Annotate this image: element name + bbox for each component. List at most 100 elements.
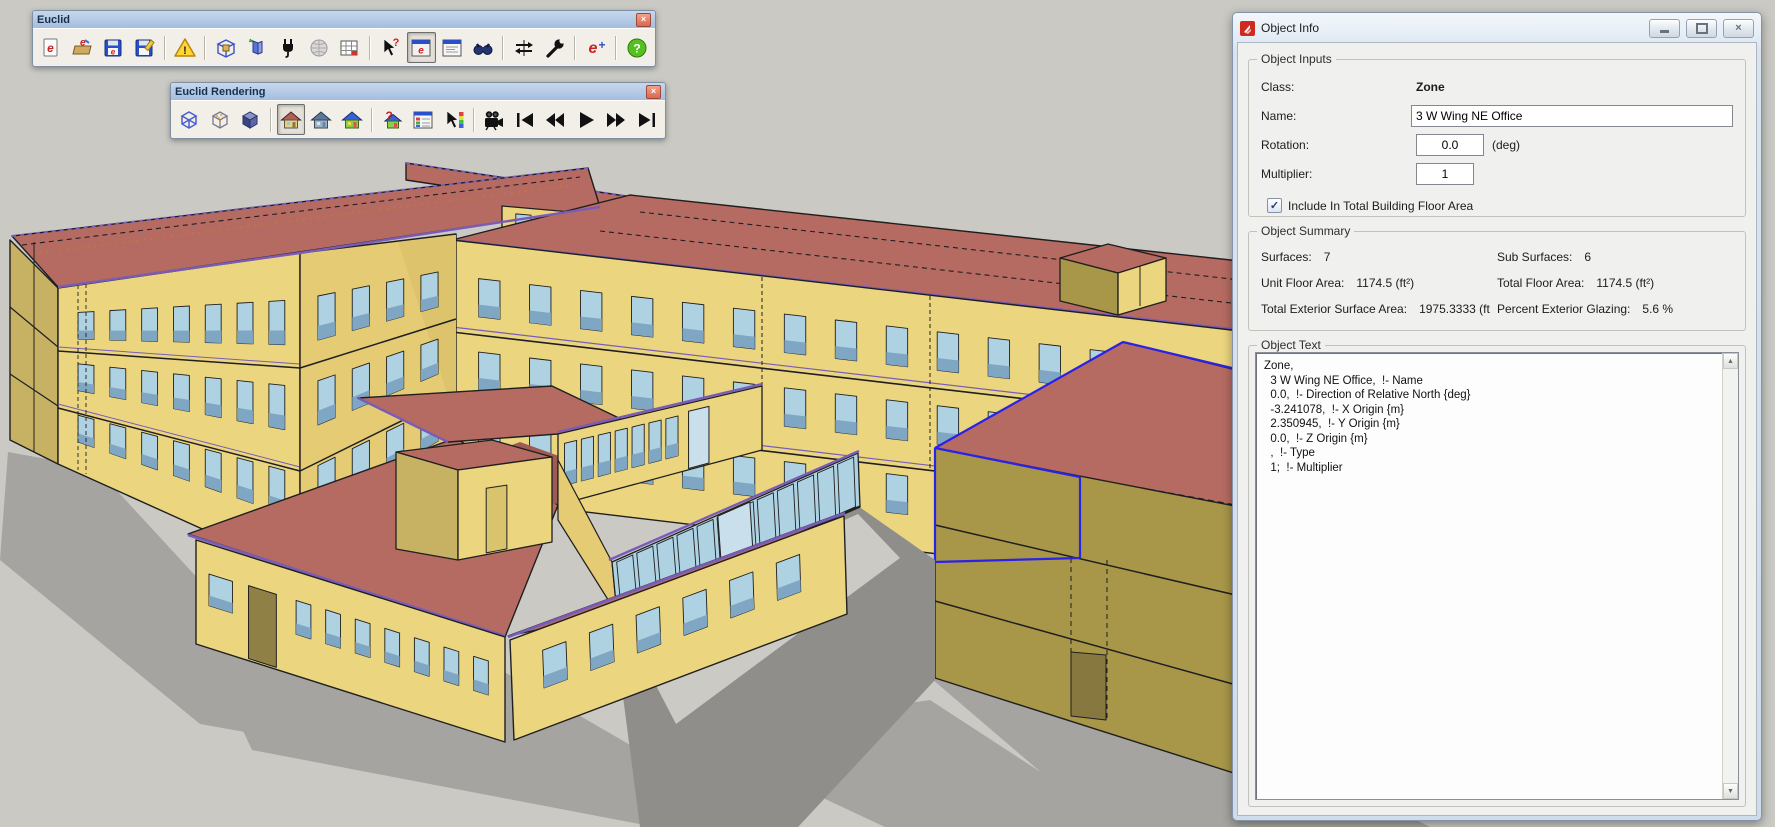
rewind-button[interactable] xyxy=(541,104,570,135)
open-file-button[interactable]: e xyxy=(68,32,97,63)
object-text-group: Object Text Zone, 3 W Wing NE Office, !-… xyxy=(1248,338,1746,807)
plug-button[interactable] xyxy=(273,32,302,63)
euclid-plus-button[interactable]: e + xyxy=(581,32,610,63)
maximize-icon xyxy=(1695,22,1708,34)
grid-button[interactable] xyxy=(335,32,364,63)
object-info-titlebar[interactable]: Object Info × xyxy=(1236,16,1758,40)
new-file-icon: e xyxy=(43,38,58,56)
fast-forward-button[interactable] xyxy=(602,104,631,135)
grid-icon xyxy=(340,40,358,55)
wrench-icon xyxy=(546,37,565,58)
euclid-plus-icon: e + xyxy=(588,38,605,57)
close-icon[interactable]: × xyxy=(646,84,661,99)
play-icon xyxy=(579,111,594,128)
euclid-toolbar: Euclid × e e e!? e e +? xyxy=(32,10,656,67)
window-lower-pane xyxy=(529,310,551,326)
door xyxy=(248,585,277,668)
mono-house-icon xyxy=(310,110,333,128)
window-lower-pane xyxy=(631,395,653,411)
help-button[interactable]: ? xyxy=(622,32,651,63)
binoculars-icon xyxy=(473,42,493,55)
sketchup-logo-icon xyxy=(1240,20,1255,36)
window-lower-pane xyxy=(205,330,222,343)
door xyxy=(485,484,508,554)
close-icon[interactable]: × xyxy=(636,12,651,27)
include-floor-area-checkbox[interactable]: ✓ xyxy=(1267,198,1282,213)
legend-window-button[interactable] xyxy=(409,104,438,135)
camera-button[interactable] xyxy=(480,104,509,135)
svg-text:e: e xyxy=(80,37,86,48)
text-window-icon xyxy=(442,39,462,56)
scroll-down-icon[interactable]: ▼ xyxy=(1723,783,1738,799)
camera-icon xyxy=(485,110,504,130)
info-cursor-icon: ? xyxy=(383,37,400,57)
hidden-line-button[interactable] xyxy=(206,104,235,135)
play-button[interactable] xyxy=(571,104,600,135)
object-text-area[interactable]: Zone, 3 W Wing NE Office, !- Name 0.0, !… xyxy=(1255,352,1739,800)
close-button[interactable]: × xyxy=(1723,18,1754,38)
window-lower-pane xyxy=(173,330,190,343)
shaded-button[interactable] xyxy=(236,104,265,135)
multiplier-field[interactable] xyxy=(1416,162,1474,185)
window-lower-pane xyxy=(886,352,908,367)
object-info-window-icon: e xyxy=(411,39,431,56)
help-icon: ? xyxy=(627,38,647,57)
rendering-toolbar-titlebar[interactable]: Euclid Rendering × xyxy=(171,83,665,100)
save-as-icon xyxy=(135,38,155,56)
window-lower-pane xyxy=(784,340,806,355)
scroll-up-icon[interactable]: ▲ xyxy=(1723,353,1738,369)
summary-value: 1174.5 (ft²) xyxy=(1356,276,1415,290)
last-frame-icon xyxy=(638,112,655,127)
first-frame-button[interactable] xyxy=(510,104,539,135)
maximize-button[interactable] xyxy=(1686,18,1717,38)
class-value: Zone xyxy=(1416,79,1445,94)
swap-arrows-icon xyxy=(514,39,533,56)
minimize-button[interactable] xyxy=(1649,18,1680,38)
object-info-window-button[interactable]: e xyxy=(406,32,436,63)
gradient-cursor-button[interactable] xyxy=(439,104,468,135)
svg-text:?: ? xyxy=(393,37,400,49)
window-lower-pane xyxy=(237,330,253,344)
object-inputs-group: Object Inputs Class: Zone Name: Rotation… xyxy=(1248,52,1746,217)
color-house-button[interactable] xyxy=(338,104,367,135)
text-window-button[interactable] xyxy=(438,32,467,63)
svg-text:?: ? xyxy=(386,109,393,123)
object-text-scrollbar[interactable]: ▲ ▼ xyxy=(1722,353,1738,799)
toolbar-separator xyxy=(472,107,475,132)
new-shading-button[interactable] xyxy=(242,32,271,63)
window xyxy=(817,465,837,523)
dialog-title: Object Info xyxy=(1261,21,1320,35)
textured-house-button[interactable] xyxy=(276,104,306,135)
window-lower-pane xyxy=(580,316,602,332)
question-house-button[interactable]: ? xyxy=(378,104,407,135)
name-label: Name: xyxy=(1261,108,1297,123)
window-lower-pane xyxy=(886,425,908,441)
svg-text:e: e xyxy=(48,41,55,55)
new-file-button[interactable]: e xyxy=(37,32,66,63)
new-zone-button[interactable] xyxy=(211,32,240,63)
plug-icon xyxy=(282,38,293,58)
first-frame-icon xyxy=(516,112,533,127)
info-cursor-button[interactable]: ? xyxy=(376,32,405,63)
window xyxy=(837,456,856,515)
wrench-button[interactable] xyxy=(540,32,569,63)
save-file-button[interactable]: e xyxy=(99,32,128,63)
include-floor-area-label: Include In Total Building Floor Area xyxy=(1288,198,1474,213)
rotation-field[interactable] xyxy=(1416,133,1484,156)
legend-window-icon xyxy=(413,111,433,128)
binoculars-button[interactable] xyxy=(469,32,498,63)
last-frame-button[interactable] xyxy=(632,104,661,135)
swap-arrows-button[interactable] xyxy=(509,32,538,63)
save-file-icon: e xyxy=(104,39,122,56)
save-as-button[interactable] xyxy=(130,32,159,63)
minimize-icon xyxy=(1660,29,1669,33)
name-field[interactable] xyxy=(1411,104,1733,127)
object-text-content: Zone, 3 W Wing NE Office, !- Name 0.0, !… xyxy=(1264,360,1471,474)
window-lower-pane xyxy=(268,330,285,345)
wireframe-button[interactable] xyxy=(175,104,204,135)
window xyxy=(796,474,817,532)
globe-button[interactable] xyxy=(304,32,333,63)
euclid-toolbar-titlebar[interactable]: Euclid × xyxy=(33,11,655,28)
warning-button[interactable]: ! xyxy=(171,32,200,63)
mono-house-button[interactable] xyxy=(307,104,336,135)
